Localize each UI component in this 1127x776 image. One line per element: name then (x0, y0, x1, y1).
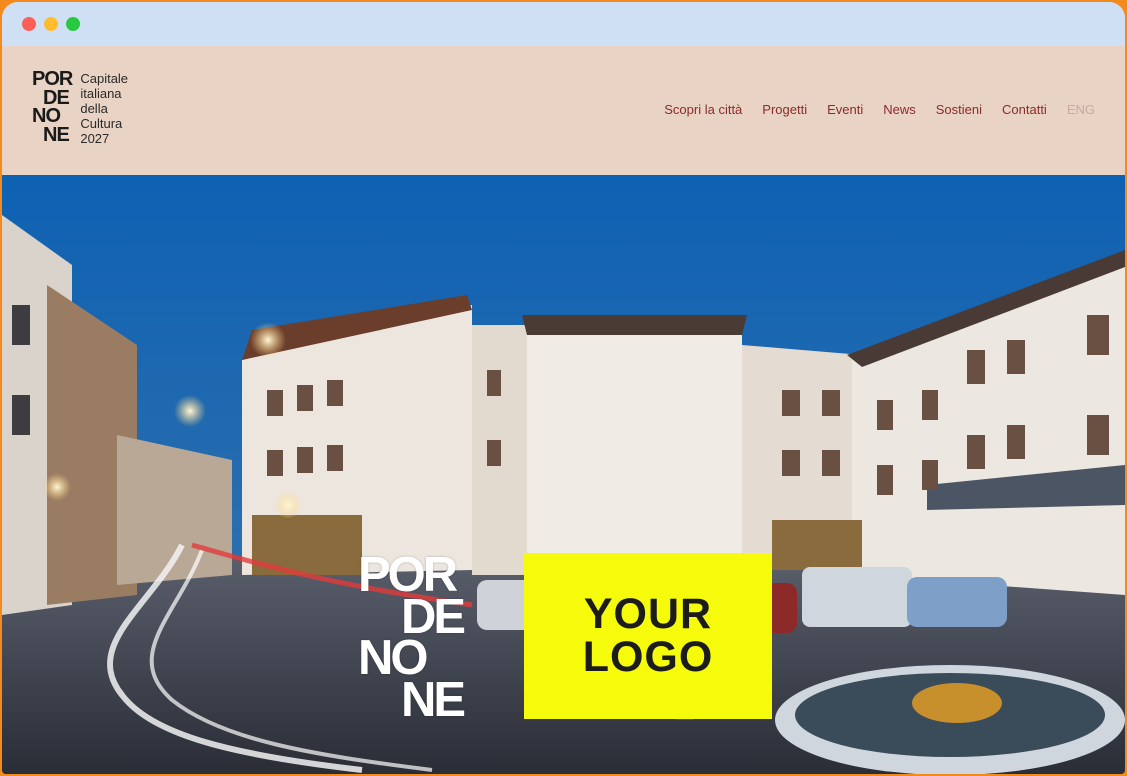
city-logo-overlay: POR DE NO NE (358, 551, 466, 727)
logo-placeholder-line: LOGO (582, 633, 714, 681)
nav-item-progetti[interactable]: Progetti (762, 102, 807, 117)
overlay-mark-line: NE (401, 672, 466, 727)
brand-mark-line: POR (32, 68, 73, 90)
language-switch[interactable]: ENG (1067, 102, 1095, 117)
brand-tagline-line: italiana (80, 85, 122, 101)
brand-tagline: Capitale italiana della Cultura 2027 (80, 70, 128, 147)
logo-placeholder-line: YOUR (583, 590, 713, 638)
main-navigation: Scopri la città Progetti Eventi News Sos… (664, 102, 1095, 117)
nav-item-contatti[interactable]: Contatti (1002, 102, 1047, 117)
brand-mark-line: NO (32, 105, 61, 128)
brand-tagline-line: Cultura (80, 115, 123, 131)
maximize-dot-icon[interactable] (66, 17, 80, 31)
nav-item-news[interactable]: News (883, 102, 916, 117)
brand-tagline-line: 2027 (80, 130, 110, 146)
nav-item-eventi[interactable]: Eventi (827, 102, 863, 117)
brand-mark: POR DE NO NE (32, 68, 73, 146)
nav-item-sostieni[interactable]: Sostieni (936, 102, 982, 117)
site-header: POR DE NO NE Capitale italiana della Cul… (2, 46, 1125, 175)
logo-placeholder: YOUR LOGO (524, 553, 772, 719)
window-titlebar (2, 2, 1125, 46)
browser-window: POR DE NO NE Capitale italiana della Cul… (2, 2, 1125, 774)
brand-mark-line: NE (43, 123, 70, 146)
brand-tagline-line: Capitale (80, 71, 129, 86)
close-dot-icon[interactable] (22, 17, 36, 31)
minimize-dot-icon[interactable] (44, 17, 58, 31)
brand-logo[interactable]: POR DE NO NE Capitale italiana della Cul… (32, 68, 128, 147)
hero-banner: POR DE NO NE YOUR LOGO (2, 175, 1125, 774)
nav-item-scopri[interactable]: Scopri la città (664, 102, 742, 117)
brand-tagline-line: della (80, 100, 108, 116)
